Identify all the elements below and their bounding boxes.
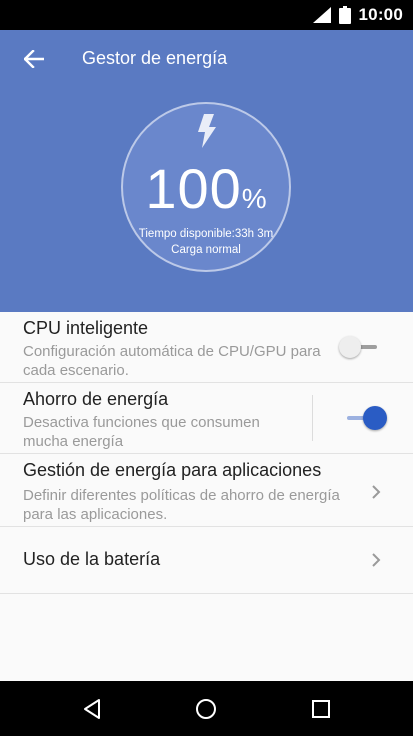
setting-subtitle: Configuración automática de CPU/GPU para… bbox=[23, 343, 321, 379]
setting-gestion-energia-apps[interactable]: Gestión de energía para aplicaciones Def… bbox=[0, 454, 413, 527]
settings-list: CPU inteligente Configuración automática… bbox=[0, 312, 413, 594]
nav-home-button[interactable] bbox=[190, 693, 222, 725]
status-bar: 10:00 bbox=[0, 0, 413, 30]
setting-subtitle: Definir diferentes políticas de ahorro d… bbox=[23, 487, 340, 523]
signal-icon bbox=[312, 7, 331, 23]
ahorro-energia-switch[interactable] bbox=[345, 406, 387, 430]
time-available: Tiempo disponible:33h 3m bbox=[138, 228, 274, 240]
navigation-bar bbox=[0, 681, 413, 736]
setting-subtitle: Desactiva funciones que consumen mucha e… bbox=[23, 414, 260, 450]
switch-thumb bbox=[363, 406, 387, 430]
setting-cpu-inteligente[interactable]: CPU inteligente Configuración automática… bbox=[0, 312, 413, 383]
setting-title: Ahorro de energía bbox=[23, 389, 169, 409]
recents-icon bbox=[312, 700, 330, 718]
nav-recents-button[interactable] bbox=[305, 693, 337, 725]
battery-percent-symbol: % bbox=[241, 183, 267, 214]
battery-hero: Gestor de energía 100% Tiempo disponible… bbox=[0, 30, 413, 312]
charge-state: Carga normal bbox=[171, 244, 241, 256]
row-divider bbox=[312, 395, 313, 441]
setting-ahorro-de-energia[interactable]: Ahorro de energía Desactiva funciones qu… bbox=[0, 383, 413, 454]
arrow-back-icon bbox=[24, 50, 44, 68]
battery-icon bbox=[338, 6, 351, 24]
back-icon bbox=[84, 699, 100, 719]
status-time: 10:00 bbox=[358, 5, 403, 24]
chevron-right-icon bbox=[372, 485, 381, 499]
home-icon bbox=[196, 699, 216, 719]
chevron-right-icon bbox=[372, 553, 381, 567]
bolt-icon bbox=[198, 114, 216, 148]
nav-back-button[interactable] bbox=[76, 693, 108, 725]
setting-title: CPU inteligente bbox=[23, 318, 149, 338]
battery-percent: 100% bbox=[121, 156, 291, 221]
setting-title: Uso de la batería bbox=[23, 549, 161, 569]
switch-thumb bbox=[339, 336, 361, 358]
setting-uso-bateria[interactable]: Uso de la batería bbox=[0, 527, 413, 594]
page-title: Gestor de energía bbox=[82, 48, 228, 68]
setting-title: Gestión de energía para aplicaciones bbox=[23, 460, 322, 480]
cpu-inteligente-switch[interactable] bbox=[339, 336, 381, 358]
back-button[interactable] bbox=[18, 44, 50, 74]
status-icons: 10:00 bbox=[312, 0, 403, 30]
battery-percent-value: 100 bbox=[145, 157, 242, 220]
